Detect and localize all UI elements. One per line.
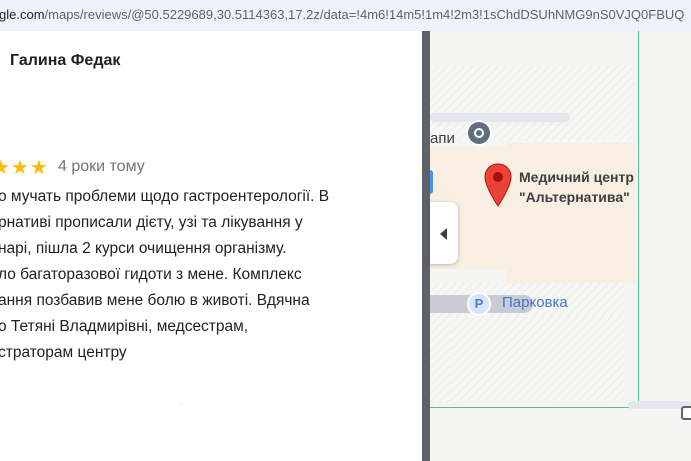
review-author-name[interactable]: Галина Федак [10,52,120,70]
map-block [430,66,635,141]
place-name-line2: "Альтернатива" [519,189,630,205]
review-panel: Галина Федак ★★★ 4 роки тому о мучать пр… [0,31,422,461]
map-boundary-line [638,31,639,409]
place-pin-icon[interactable] [482,162,514,210]
review-text-line: ло багаторазової гидоти з мене. Комплекс [0,266,302,283]
url-host: gle.com [0,7,45,22]
review-text-line: ання позбавив мене болю в животі. Вдячна [0,292,310,309]
panel-divider[interactable] [422,31,430,461]
map-boundary-line [430,407,638,408]
transit-stop-icon[interactable] [468,122,490,144]
review-text-line: о Тетяні Владмирівні, медсестрам, [0,318,249,335]
address-bar[interactable]: gle.com/maps/reviews/@50.5229689,30.5114… [0,0,691,32]
parking-icon[interactable]: P [467,292,491,316]
review-text-line: о мучать проблеми щодо гастроентерології… [0,188,330,205]
review-text-line: страторам центру [0,344,127,361]
map-canvas[interactable] [430,31,691,461]
map-building [506,143,636,283]
transit-stop-label[interactable]: апи [430,130,455,147]
map-road-edge [430,170,433,194]
map-block [450,316,625,401]
url-path: /maps/reviews/@50.5229689,30.5114363,17.… [44,7,685,22]
place-name-line1: Медичний центр [519,169,634,185]
url-text[interactable]: gle.com/maps/reviews/@50.5229689,30.5114… [0,7,684,22]
review-text-line: рнативі прописали дієту, узі та лікуванн… [0,214,303,231]
review-text-line: нарі, пішла 2 курси очищення організму. [0,240,287,257]
place-name-label[interactable]: Медичний центр "Альтернатива" [519,167,634,207]
map-road [430,113,570,122]
map-layer-icon[interactable] [681,406,691,420]
chevron-left-icon [440,228,447,240]
review-date: 4 роки тому [58,158,145,175]
divider-dot [180,404,182,405]
collapse-panel-button[interactable] [430,202,458,264]
rating-stars: ★★★ [0,157,49,179]
parking-label[interactable]: Парковка [502,294,568,311]
